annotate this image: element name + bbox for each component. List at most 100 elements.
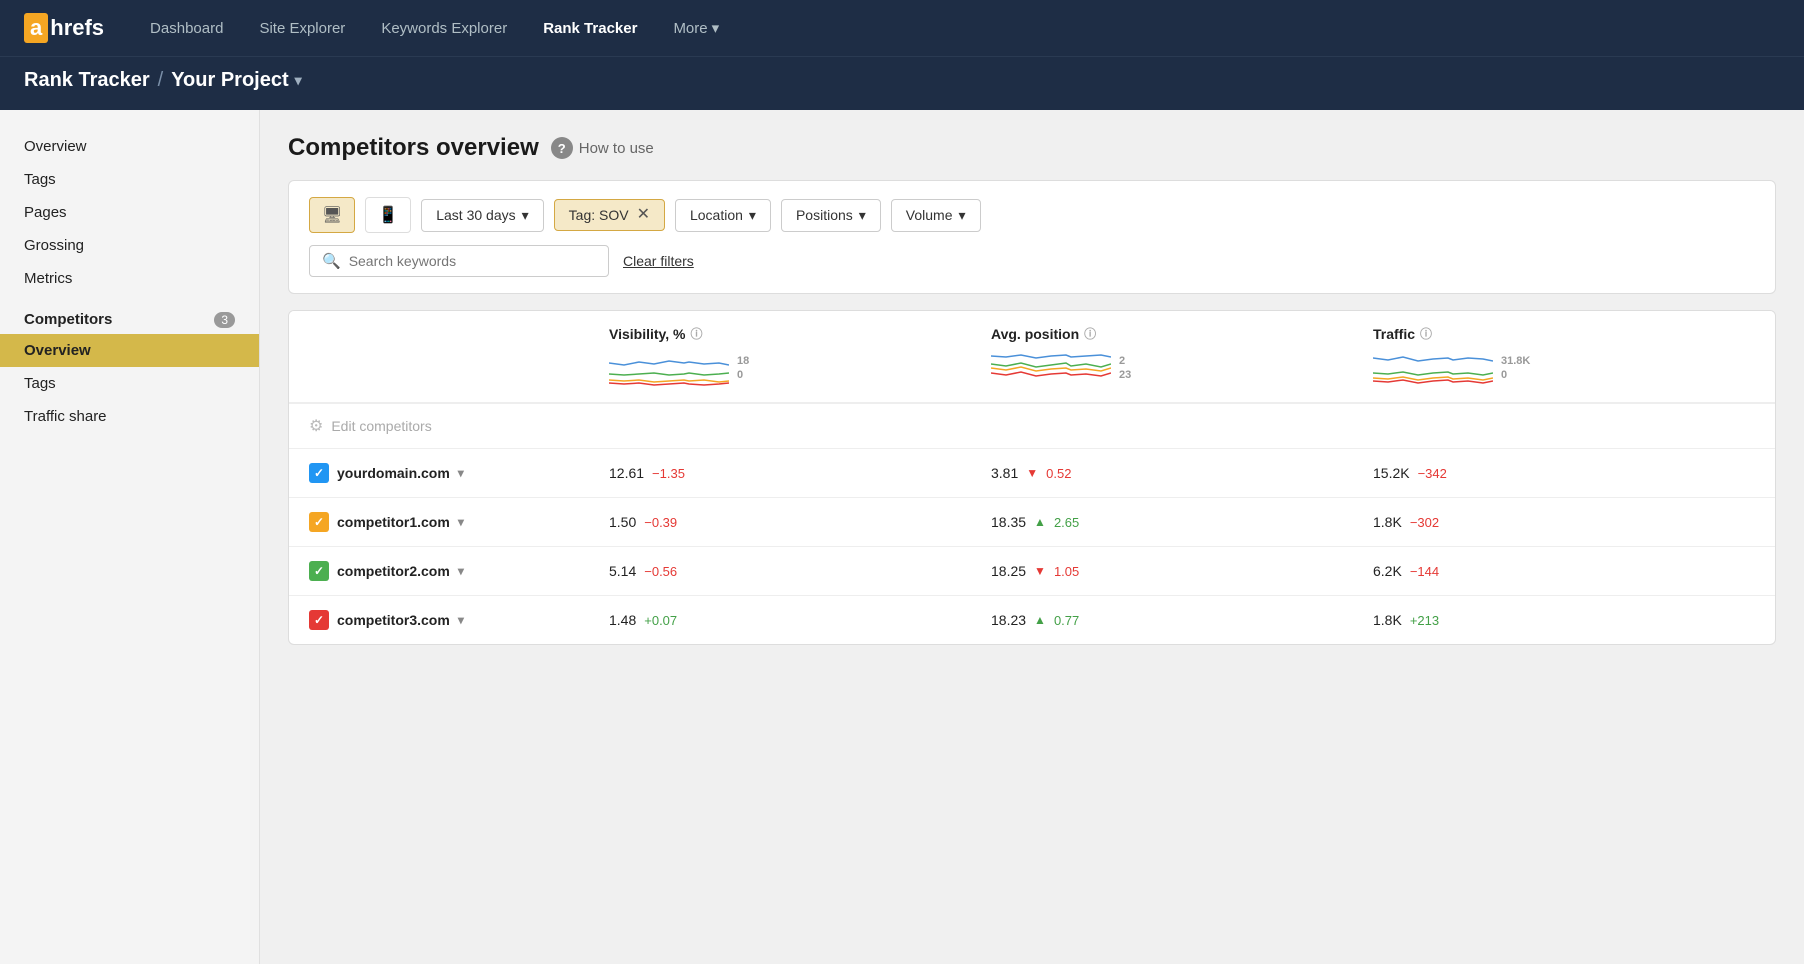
tag-filter: Tag: SOV ✕: [554, 199, 665, 231]
chevron-down-icon: ▾: [295, 72, 302, 89]
avg-position-change-1: 2.65: [1054, 515, 1079, 530]
help-icon: ?: [551, 137, 573, 159]
device-desktop-button[interactable]: 🖥: [309, 197, 355, 233]
domain-cell-3: ✓ competitor3.com ▾: [309, 610, 609, 630]
chevron-down-icon: ▾: [712, 19, 720, 37]
sidebar-item-metrics[interactable]: Metrics: [0, 262, 259, 295]
search-input-wrap: 🔍: [309, 245, 609, 277]
avg-position-change-3: 0.77: [1054, 613, 1079, 628]
avg-position-change-2: 1.05: [1054, 564, 1079, 579]
domain-cell-0: ✓ yourdomain.com ▾: [309, 463, 609, 483]
visibility-change-2: −0.56: [644, 564, 677, 579]
breadcrumb-separator: /: [158, 69, 164, 92]
location-filter-button[interactable]: Location ▾: [675, 199, 771, 232]
table-row: ✓ yourdomain.com ▾ 12.61 −1.35 3.81 ▼ 0.…: [289, 449, 1775, 498]
avg-position-chart-range: 2 23: [1119, 354, 1131, 383]
domain-name-0[interactable]: yourdomain.com: [337, 465, 450, 481]
traffic-cell-3: 1.8K +213: [1373, 612, 1755, 628]
checkbox-competitor1[interactable]: ✓: [309, 512, 329, 532]
arrow-up-icon: ▲: [1034, 515, 1046, 529]
visibility-change-0: −1.35: [652, 466, 685, 481]
visibility-value-2: 5.14: [609, 563, 636, 579]
how-to-use-button[interactable]: ? How to use: [551, 137, 654, 159]
filter-bar: 🖥 📱 Last 30 days ▾ Tag: SOV ✕ Location ▾: [288, 180, 1776, 294]
sidebar-competitors-label: Competitors: [24, 311, 112, 328]
domain-name-1[interactable]: competitor1.com: [337, 514, 450, 530]
nav-dashboard[interactable]: Dashboard: [136, 12, 237, 45]
sub-header: Rank Tracker / Your Project ▾: [0, 56, 1804, 110]
visibility-cell-0: 12.61 −1.35: [609, 465, 991, 481]
sidebar-item-tags[interactable]: Tags: [0, 163, 259, 196]
traffic-cell-0: 15.2K −342: [1373, 465, 1755, 481]
chevron-down-icon: ▾: [959, 207, 966, 224]
traffic-change-2: −144: [1410, 564, 1439, 579]
col-avg-position-label: Avg. position: [991, 326, 1079, 342]
visibility-cell-1: 1.50 −0.39: [609, 514, 991, 530]
chevron-down-icon: ▾: [458, 564, 464, 578]
avg-position-cell-3: 18.23 ▲ 0.77: [991, 612, 1373, 628]
location-label: Location: [690, 207, 743, 223]
visibility-change-3: +0.07: [644, 613, 677, 628]
tag-remove-button[interactable]: ✕: [637, 207, 650, 223]
avg-position-value-1: 18.35: [991, 514, 1026, 530]
date-range-button[interactable]: Last 30 days ▾: [421, 199, 543, 232]
volume-filter-button[interactable]: Volume ▾: [891, 199, 981, 232]
avg-position-cell-0: 3.81 ▼ 0.52: [991, 465, 1373, 481]
logo[interactable]: a hrefs: [24, 13, 104, 43]
visibility-chart-max: 18 0: [737, 354, 749, 383]
traffic-cell-2: 6.2K −144: [1373, 563, 1755, 579]
edit-competitors-row[interactable]: ⚙ Edit competitors: [289, 404, 1775, 449]
table-row: ✓ competitor2.com ▾ 5.14 −0.56 18.25 ▼ 1…: [289, 547, 1775, 596]
avg-position-value-3: 18.23: [991, 612, 1026, 628]
visibility-cell-3: 1.48 +0.07: [609, 612, 991, 628]
positions-label: Positions: [796, 207, 853, 223]
domain-name-3[interactable]: competitor3.com: [337, 612, 450, 628]
col-header-traffic: Traffic ⓘ: [1373, 325, 1755, 388]
nav-site-explorer[interactable]: Site Explorer: [245, 12, 359, 45]
device-mobile-button[interactable]: 📱: [365, 197, 411, 233]
avg-position-value-0: 3.81: [991, 465, 1018, 481]
checkbox-competitor2[interactable]: ✓: [309, 561, 329, 581]
search-row: 🔍 Clear filters: [309, 245, 1755, 277]
traffic-chart-range: 31.8K 0: [1501, 354, 1530, 383]
sidebar-item-competitors-tags[interactable]: Tags: [0, 367, 259, 400]
sidebar-item-pages[interactable]: Pages: [0, 196, 259, 229]
col-header-domain: [309, 325, 609, 388]
nav-keywords-explorer[interactable]: Keywords Explorer: [367, 12, 521, 45]
sidebar-item-traffic-share[interactable]: Traffic share: [0, 400, 259, 433]
logo-text: hrefs: [50, 15, 104, 41]
col-traffic-label: Traffic: [1373, 326, 1415, 342]
checkbox-competitor3[interactable]: ✓: [309, 610, 329, 630]
arrow-down-icon: ▼: [1034, 564, 1046, 578]
col-visibility-label: Visibility, %: [609, 326, 686, 342]
sidebar-competitors-section: Competitors 3: [0, 295, 259, 334]
chevron-down-icon: ▾: [749, 207, 756, 224]
domain-name-2[interactable]: competitor2.com: [337, 563, 450, 579]
visibility-value-1: 1.50: [609, 514, 636, 530]
clear-filters-button[interactable]: Clear filters: [623, 253, 694, 269]
nav-rank-tracker[interactable]: Rank Tracker: [529, 12, 651, 45]
traffic-change-3: +213: [1410, 613, 1439, 628]
table-row: ✓ competitor3.com ▾ 1.48 +0.07 18.23 ▲ 0…: [289, 596, 1775, 644]
visibility-info-icon[interactable]: ⓘ: [691, 325, 703, 342]
sidebar-item-overview[interactable]: Overview: [0, 130, 259, 163]
date-range-label: Last 30 days: [436, 207, 515, 223]
sidebar-item-competitors-overview[interactable]: Overview: [0, 334, 259, 367]
breadcrumb-project[interactable]: Your Project ▾: [171, 69, 301, 92]
chevron-down-icon: ▾: [458, 515, 464, 529]
col-header-avg-position: Avg. position ⓘ: [991, 325, 1373, 388]
page-title: Competitors overview: [288, 134, 539, 162]
table-row: ✓ competitor1.com ▾ 1.50 −0.39 18.35 ▲ 2…: [289, 498, 1775, 547]
sidebar-item-grossing[interactable]: Grossing: [0, 229, 259, 262]
main-container: Overview Tags Pages Grossing Metrics Com…: [0, 110, 1804, 964]
traffic-info-icon[interactable]: ⓘ: [1420, 325, 1432, 342]
avg-position-info-icon[interactable]: ⓘ: [1084, 325, 1096, 342]
positions-filter-button[interactable]: Positions ▾: [781, 199, 881, 232]
search-input[interactable]: [349, 253, 569, 269]
domain-cell-2: ✓ competitor2.com ▾: [309, 561, 609, 581]
checkbox-yourdomain[interactable]: ✓: [309, 463, 329, 483]
nav-more-label: More: [673, 20, 707, 37]
nav-more[interactable]: More ▾: [659, 11, 733, 45]
traffic-chart: [1373, 348, 1493, 388]
page-title-row: Competitors overview ? How to use: [288, 134, 1776, 162]
